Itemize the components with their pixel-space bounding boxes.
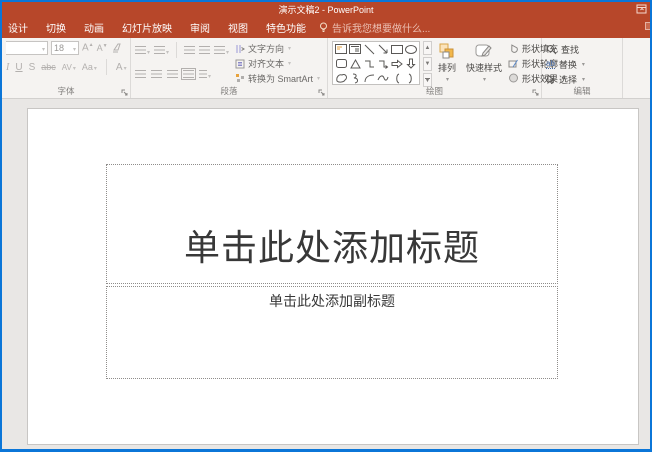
quick-styles-icon [475,44,492,57]
paragraph-group-label: 段落 [220,86,238,96]
tell-me-box[interactable]: 告诉我您想要做什么... [319,20,430,35]
elbow-connector-shape-icon[interactable] [362,57,376,72]
subtitle-placeholder[interactable]: 单击此处添加副标题 [106,286,558,379]
shape-outline-icon [508,59,518,67]
paragraph-group: 文字方向 对齐文本 转换为 SmartArt 段落 [131,38,328,98]
character-spacing-button[interactable]: AV [62,63,76,72]
quick-styles-button[interactable]: 快速样式 [462,41,506,85]
left-brace-shape-icon[interactable] [390,71,404,86]
paragraph-dialog-launcher-icon[interactable] [318,89,325,96]
arrow-shape-icon[interactable] [376,42,390,57]
rounded-rectangle-shape-icon[interactable] [334,57,348,72]
drawing-dialog-launcher-icon[interactable] [532,89,539,96]
title-placeholder-text: 单击此处添加标题 [183,227,480,268]
convert-to-smartart-button[interactable]: 转换为 SmartArt [235,71,320,85]
elbow-arrow-connector-shape-icon[interactable] [376,57,390,72]
cursor-select-icon [547,73,555,84]
scribble-shape-icon[interactable] [348,71,362,86]
replace-icon: ab [546,59,555,69]
font-size-combo[interactable]: 18 [51,41,79,55]
find-button[interactable]: 查找 [546,42,619,56]
shape-fill-icon [511,44,518,53]
drawing-group-label: 绘图 [425,86,443,96]
right-brace-shape-icon[interactable] [404,71,418,86]
text-direction-button[interactable]: 文字方向 [235,42,320,56]
shapes-scroll-down-icon[interactable]: ▼ [423,57,432,71]
content-textbox-shape-icon[interactable] [348,42,362,57]
font-group-label: 字体 [57,86,75,96]
search-icon [547,44,557,54]
font-color-button[interactable]: A [116,62,127,73]
ribbon-tab-row: 设计 切换 动画 幻灯片放映 审阅 视图 特色功能 告诉我您想要做什么... [2,17,650,38]
align-center-icon[interactable] [151,65,162,83]
divider [105,59,107,75]
shrink-font-button[interactable]: A▼ [97,43,108,53]
ribbon: 18 A▲ A▼ I U S abc AV Aa A 字体 [2,38,650,99]
select-button[interactable]: 选择 [546,72,619,86]
editing-group: 查找 ab 替换 选择 编辑 [542,38,623,98]
columns-button[interactable] [199,65,211,83]
title-placeholder[interactable]: 单击此处添加标题 [106,164,558,284]
slide-workspace: 单击此处添加标题 单击此处添加副标题 [2,99,650,449]
change-case-button[interactable]: Aa [82,62,97,72]
line-shape-icon[interactable] [362,42,376,57]
grow-font-button[interactable]: A▲ [82,42,94,53]
underline-button[interactable]: U [15,62,22,73]
shapes-scroll-up-icon[interactable]: ▲ [423,41,432,55]
divider [176,42,178,58]
italic-button[interactable]: I [6,62,9,73]
rectangle-shape-icon[interactable] [390,42,404,57]
increase-indent-icon[interactable] [199,41,211,59]
align-text-icon [235,59,245,68]
tab-slideshow[interactable]: 幻灯片放映 [113,17,181,38]
lightbulb-icon [319,22,328,33]
text-shadow-button[interactable]: S [29,62,36,73]
tab-design[interactable]: 设计 [2,17,37,38]
strikethrough-button[interactable]: abc [41,62,56,72]
numbering-button[interactable] [154,41,169,59]
tab-view[interactable]: 视图 [219,17,257,38]
font-dialog-launcher-icon[interactable] [121,89,128,96]
arrange-icon [439,43,454,59]
align-left-icon[interactable] [135,65,146,83]
align-text-button[interactable]: 对齐文本 [235,57,320,71]
powerpoint-window: 演示文稿2 - PowerPoint 设计 切换 动画 幻灯片放映 审阅 视图 … [0,0,652,452]
decrease-indent-icon[interactable] [184,41,196,59]
tell-me-placeholder: 告诉我您想要做什么... [332,24,431,35]
font-group: 18 A▲ A▼ I U S abc AV Aa A 字体 [2,38,131,98]
justify-icon[interactable] [181,65,196,83]
right-arrow-shape-icon[interactable] [390,57,404,72]
freeform-shape-icon[interactable] [334,71,348,86]
slide-canvas[interactable]: 单击此处添加标题 单击此处添加副标题 [27,108,639,445]
curve-shape-icon[interactable] [376,71,390,86]
tab-animations[interactable]: 动画 [75,17,113,38]
title-textbox-shape-icon[interactable] [334,42,348,57]
editing-group-label: 编辑 [573,86,591,96]
bullets-button[interactable] [135,41,150,59]
line-spacing-button[interactable] [214,41,229,59]
smartart-icon [236,74,244,83]
arrange-button[interactable]: 排列 [434,41,460,85]
shapes-gallery[interactable] [332,41,420,85]
align-right-icon[interactable] [167,65,178,83]
oval-shape-icon[interactable] [404,42,418,57]
font-name-combo[interactable] [6,41,48,55]
replace-button[interactable]: ab 替换 [546,57,619,71]
clear-formatting-icon[interactable] [111,43,122,53]
titlebar: 演示文稿2 - PowerPoint [2,2,650,17]
text-direction-icon [236,44,245,53]
tab-transitions[interactable]: 切换 [37,17,75,38]
subtitle-placeholder-text: 单击此处添加副标题 [269,293,395,309]
down-arrow-shape-icon[interactable] [404,57,418,72]
ribbon-display-options-icon[interactable] [636,4,647,14]
triangle-shape-icon[interactable] [348,57,362,72]
shape-effects-icon [509,73,519,83]
window-title: 演示文稿2 - PowerPoint [278,5,374,15]
account-partial-icon [645,22,650,30]
tab-review[interactable]: 审阅 [181,17,219,38]
tab-special-features[interactable]: 特色功能 [257,17,315,38]
drawing-group: ▲ ▼ ▼ 排列 快速样式 形状填充 形状轮廓 [328,38,558,98]
arc-shape-icon[interactable] [362,71,376,86]
